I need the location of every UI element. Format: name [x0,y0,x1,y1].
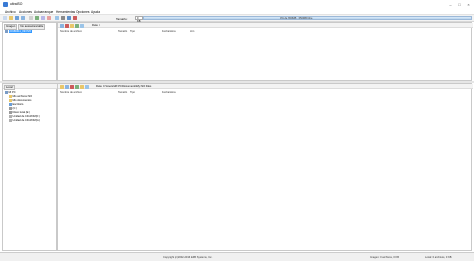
image-files-toolbar: Ruta: / [58,23,473,28]
add-icon[interactable] [75,84,79,89]
col-datetime[interactable]: Fecha/Hora [162,91,176,94]
new-folder-icon[interactable] [70,23,74,28]
col-filename[interactable]: Nombre de archivo [60,91,82,94]
computer-icon [5,91,8,94]
window-title: ultraISO [10,2,23,6]
image-info-text: Imagen: 0 archivos, 0 KB [370,255,399,259]
capacity-text: 0% de 650MB · 650MB libre [280,16,313,20]
drive-icon [9,111,12,114]
cdrom-icon [9,115,12,118]
tree-item-mis-archivos-iso[interactable]: Mis archivos ISO [9,95,32,98]
local-info-text: Local: 0 archivos, 0 KB [425,255,452,259]
menu-acciones[interactable]: Acciones [19,10,32,14]
tree-label: Disco local (E:) [12,111,30,114]
tree-item-c-drive[interactable]: (C:) [9,107,17,110]
properties-icon[interactable] [55,16,59,20]
tree-item-e-drive[interactable]: Disco local (E:) [9,111,30,114]
col-size[interactable]: Tamaño [118,91,127,94]
view-icon[interactable] [80,23,84,28]
local-path-label: Ruta: [96,85,103,88]
tree-item-f-cdrom[interactable]: Unidad de CD-ROM(F:) [9,115,40,118]
tree-label: Escritorio [12,103,24,106]
local-path-value: C:\Users\HP-PC\Documents\My ISO Files [103,85,152,88]
col-datetime[interactable]: Fecha/Hora [162,30,176,33]
tab-boot-status[interactable]: No autoarrancable [18,24,46,30]
tree-label: (C:) [12,107,17,110]
tree-item-mis-documentos[interactable]: Mis documentos [9,99,31,102]
help-icon[interactable] [67,16,71,20]
mount-icon[interactable] [35,16,39,20]
tree-label: Mis documentos [12,99,32,102]
save-icon[interactable] [15,16,19,20]
tab-local[interactable]: Local [4,84,15,91]
new-folder-icon[interactable] [80,84,84,89]
col-type[interactable]: Tipo [130,30,135,33]
folder-icon [9,95,12,98]
delete-icon[interactable] [65,23,69,28]
image-tree-pane: Imagen No autoarrancable 20180411_094726 [2,22,57,81]
copyright-text: Copyright (c)2002-2016 EZB Systems, Inc. [163,255,213,259]
image-root-item[interactable]: 20180411_094726 [5,30,32,33]
tab-imagen[interactable]: Imagen [4,24,18,30]
minimize-icon[interactable]: – [446,1,455,7]
image-files-pane: Ruta: / Nombre de archivo Tamaño Tipo Fe… [57,22,473,81]
new-icon[interactable] [3,16,7,20]
title-bar: ultraISO – □ × [0,0,474,9]
app-icon [3,2,8,7]
image-path-label: Ruta: [92,24,99,27]
view-icon[interactable] [85,84,89,89]
tree-item-escritorio[interactable]: Escritorio [9,103,23,106]
compress-icon[interactable] [47,16,51,20]
capacity-bar[interactable]: 0% de 650MB · 650MB libre [143,15,472,21]
burn-icon[interactable] [29,16,33,20]
tree-label: Mis archivos ISO [12,95,33,98]
col-lbn[interactable]: Lbn [190,30,194,33]
close-icon[interactable]: × [464,1,473,7]
tree-label: Unidad de CD-ROM(F:) [12,115,40,118]
delete-icon[interactable] [70,84,74,89]
tree-item-mi-pc[interactable]: Mi PC [5,91,16,94]
open-icon[interactable] [9,16,13,20]
drive-icon [9,107,12,110]
image-path-value: / [99,24,100,27]
add-icon[interactable] [75,23,79,28]
maximize-icon[interactable]: □ [455,1,464,7]
folder-icon[interactable] [60,84,64,89]
local-tree-pane: Local Mi PC Mis archivos ISO Mis documen… [2,83,58,251]
status-bar: Copyright (c)2002-2016 EZB Systems, Inc.… [0,252,474,261]
up-icon[interactable] [60,23,64,28]
tree-label: Mi PC [8,91,16,94]
size-value: 0 KB [135,15,143,23]
cdrom-icon [9,119,12,122]
col-type[interactable]: Tipo [130,91,135,94]
size-label: Tamaño: [116,16,128,21]
menu-autoarranque[interactable]: Autoarranque [34,10,53,14]
folder-icon [9,99,12,102]
desktop-icon [9,103,12,106]
local-files-pane: Ruta: C:\Users\HP-PC\Documents\My ISO Fi… [57,83,473,251]
col-filename[interactable]: Nombre de archivo [60,30,82,33]
save-as-icon[interactable] [21,16,25,20]
exit-icon[interactable] [73,16,77,20]
options-icon[interactable] [61,16,65,20]
tree-label: Unidad de CD-ROM(G:) [12,119,41,122]
menu-herramientas[interactable]: Herramientas [56,10,75,14]
cd-icon [5,30,8,33]
menu-ayuda[interactable]: Ayuda [91,10,100,14]
menu-opciones[interactable]: Opciones [76,10,89,14]
col-size[interactable]: Tamaño [118,30,127,33]
menu-archivo[interactable]: Archivo [5,10,16,14]
up-icon[interactable] [65,84,69,89]
local-files-toolbar: Ruta: C:\Users\HP-PC\Documents\My ISO Fi… [58,84,473,89]
tree-item-g-cdrom[interactable]: Unidad de CD-ROM(G:) [9,119,40,122]
image-root-label: 20180411_094726 [8,30,32,33]
extract-icon[interactable] [41,16,45,20]
